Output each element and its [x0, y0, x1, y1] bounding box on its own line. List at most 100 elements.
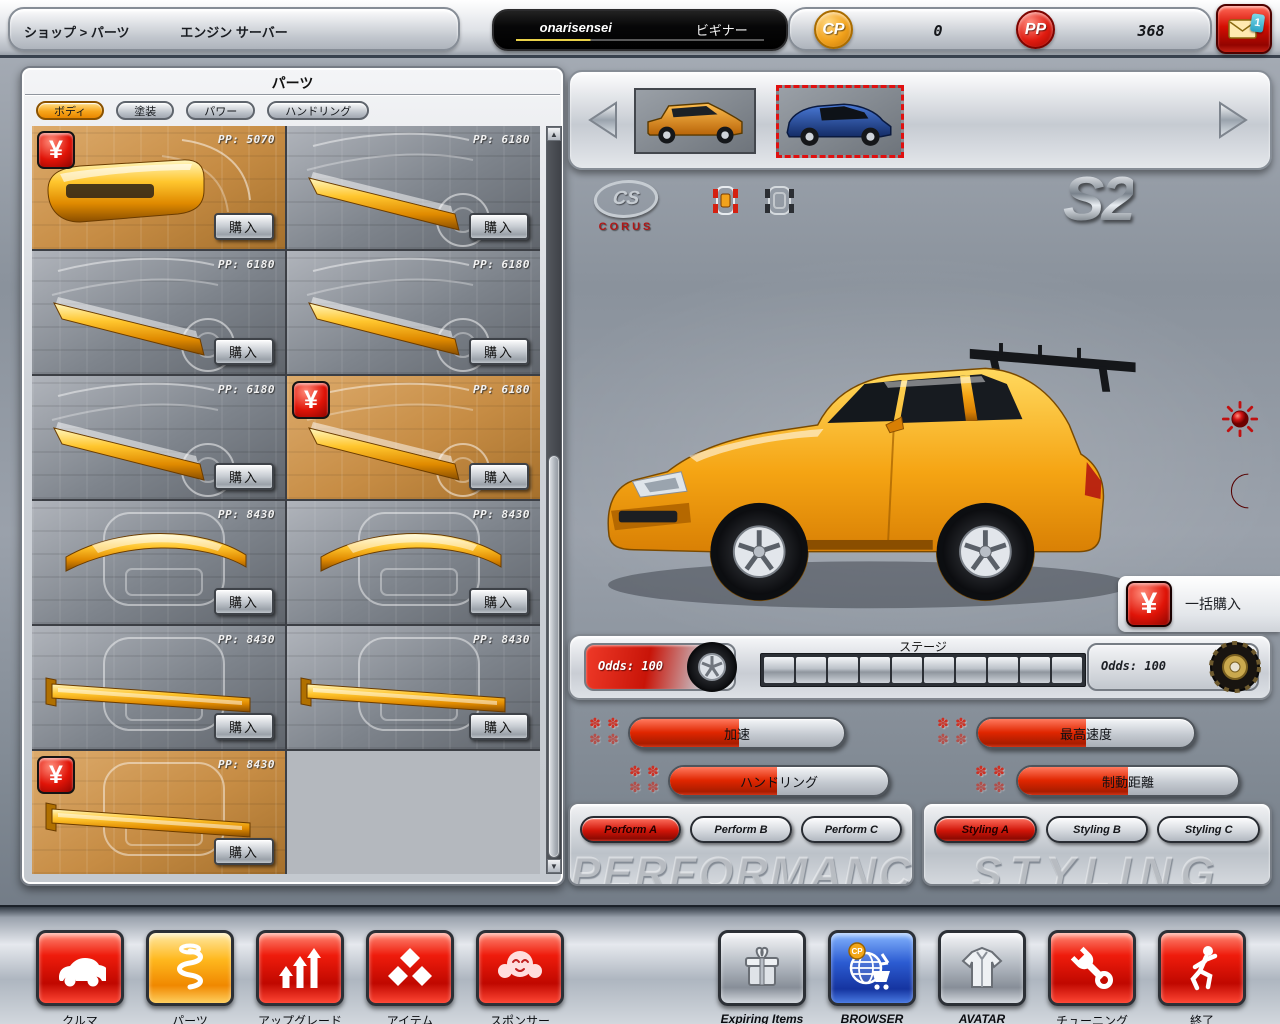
- parts-tab-label: パワー: [204, 103, 237, 119]
- server-name: エンジン サーバー: [10, 22, 458, 41]
- cars-button[interactable]: [36, 930, 124, 1006]
- stat-label: 最高速度: [978, 719, 1194, 747]
- mail-button[interactable]: 1: [1216, 4, 1272, 54]
- part-item[interactable]: ¥ PP: 6180 購入: [32, 251, 285, 374]
- buy-button[interactable]: 購入: [469, 338, 529, 365]
- stage-segment: [1020, 657, 1050, 683]
- nav-item-parts: パーツ: [146, 930, 234, 1006]
- perform-b-button[interactable]: Perform B: [690, 816, 791, 843]
- player-underline: [516, 39, 764, 41]
- stage-segment: [828, 657, 858, 683]
- exit-button[interactable]: [1158, 930, 1246, 1006]
- odds-left-value: Odds: 100: [598, 659, 663, 673]
- cp-icon: CP: [814, 10, 853, 49]
- moon-night-icon[interactable]: [1223, 472, 1261, 510]
- parts-panel: パーツ ボディ 塗装 パワー ハンドリング: [20, 66, 565, 886]
- buy-button[interactable]: 購入: [214, 713, 274, 740]
- part-item[interactable]: ¥ PP: 6180 購入: [287, 251, 540, 374]
- stat-bar-acceleration: 加速: [628, 717, 846, 749]
- buy-button[interactable]: 購入: [469, 588, 529, 615]
- brand-initials: CS: [611, 188, 640, 210]
- car-thumbnail-blue-hatch-selected[interactable]: [776, 85, 904, 158]
- player-rank: ビギナー: [658, 20, 786, 39]
- part-item[interactable]: ¥ PP: 6180 購入: [287, 126, 540, 249]
- stage-segment: [988, 657, 1018, 683]
- part-item[interactable]: ¥ PP: 8430 購入: [287, 626, 540, 749]
- avatar-button[interactable]: [938, 930, 1026, 1006]
- part-price: PP: 6180: [473, 258, 530, 271]
- parts-tab[interactable]: ボディ: [36, 101, 104, 120]
- bulk-buy-strip: ¥ 一括購入: [1118, 576, 1280, 632]
- nav-label-parts: パーツ: [130, 1012, 250, 1024]
- odds-left-box: Odds: 100: [584, 643, 736, 691]
- car-thumbnail-orange-suv[interactable]: [634, 88, 756, 154]
- body-view-toggle-icon[interactable]: [756, 184, 802, 218]
- carousel-next-button[interactable]: [1216, 100, 1250, 140]
- part-item[interactable]: ¥ PP: 5070 購入: [32, 126, 285, 249]
- buy-button[interactable]: 購入: [214, 588, 274, 615]
- buy-button[interactable]: 購入: [469, 713, 529, 740]
- globe-cart-icon: CP: [846, 942, 898, 994]
- stage-segment: [892, 657, 922, 683]
- part-item[interactable]: ¥ PP: 6180 購入: [287, 376, 540, 499]
- carousel-prev-button[interactable]: [586, 100, 620, 140]
- nav-item-exit: 終了: [1158, 930, 1246, 1006]
- wrench-icon: [1066, 942, 1118, 994]
- items-button[interactable]: [366, 930, 454, 1006]
- rear-wheel: [937, 503, 1035, 601]
- buy-button[interactable]: 購入: [214, 463, 274, 490]
- part-item[interactable]: ¥ PP: 8430 購入: [32, 626, 285, 749]
- player-name: onarisensei: [494, 20, 658, 35]
- gift-icon: [736, 942, 788, 994]
- part-item[interactable]: ¥ PP: 8430 購入: [32, 501, 285, 624]
- part-item[interactable]: ¥ PP: 8430 購入: [32, 751, 285, 874]
- buy-button[interactable]: 購入: [214, 213, 274, 240]
- sponsor-button[interactable]: [476, 930, 564, 1006]
- styling-b-button[interactable]: Styling B: [1046, 816, 1149, 843]
- nav-item-avatar: AVATAR: [938, 930, 1026, 1006]
- parts-tab-label: 塗装: [134, 103, 156, 119]
- part-item[interactable]: ¥ PP: 6180 購入: [32, 376, 285, 499]
- buy-button[interactable]: 購入: [469, 463, 529, 490]
- braking-paw-rating: ✽✽✽✽: [972, 764, 1008, 796]
- parts-grid: ¥ PP: 5070 購入: [32, 126, 540, 874]
- bulk-buy-button[interactable]: ¥: [1126, 581, 1172, 627]
- parts-scrollbar[interactable]: ▲ ▼: [546, 126, 562, 874]
- parts-tab[interactable]: パワー: [186, 101, 255, 120]
- scroll-up-button[interactable]: ▲: [547, 127, 561, 141]
- stage-segment: [764, 657, 794, 683]
- nav-label-sponsor: スポンサー: [460, 1012, 580, 1024]
- sun-day-icon[interactable]: [1221, 400, 1259, 438]
- mail-count-badge: 1: [1250, 13, 1265, 33]
- parts-tab[interactable]: 塗装: [116, 101, 174, 120]
- part-price: PP: 6180: [218, 258, 275, 271]
- stat-label: 制動距離: [1018, 767, 1238, 795]
- part-price: PP: 6180: [473, 383, 530, 396]
- styling-c-button[interactable]: Styling C: [1157, 816, 1260, 843]
- chassis-view-toggle-icon[interactable]: [702, 184, 748, 218]
- nav-label-items: アイテム: [350, 1012, 470, 1024]
- browser-button[interactable]: CP: [828, 930, 916, 1006]
- perform-c-button[interactable]: Perform C: [801, 816, 902, 843]
- upgrade-button[interactable]: [256, 930, 344, 1006]
- scrollbar-thumb[interactable]: [548, 455, 560, 858]
- expiring-items-button[interactable]: [718, 930, 806, 1006]
- pp-icon: PP: [1016, 10, 1055, 49]
- performance-watermark: PERFORMANCE: [570, 847, 912, 886]
- car-icon: [54, 942, 106, 994]
- stage-segment: [956, 657, 986, 683]
- buy-button[interactable]: 購入: [214, 838, 274, 865]
- stat-bar-handling: ハンドリング: [668, 765, 890, 797]
- parts-tab[interactable]: ハンドリング: [267, 101, 369, 120]
- part-item[interactable]: ¥ PP: 8430 購入: [287, 501, 540, 624]
- scroll-down-button[interactable]: ▼: [547, 859, 561, 873]
- buy-button[interactable]: 購入: [469, 213, 529, 240]
- styling-a-button[interactable]: Styling A: [934, 816, 1037, 843]
- perform-a-button[interactable]: Perform A: [580, 816, 681, 843]
- parts-button-active[interactable]: [146, 930, 234, 1006]
- tuning-button[interactable]: [1048, 930, 1136, 1006]
- buy-button[interactable]: 購入: [214, 338, 274, 365]
- stage-progress-bar: [760, 653, 1086, 687]
- stat-label: 加速: [630, 719, 844, 747]
- nav-label-cars: クルマ: [20, 1012, 140, 1024]
